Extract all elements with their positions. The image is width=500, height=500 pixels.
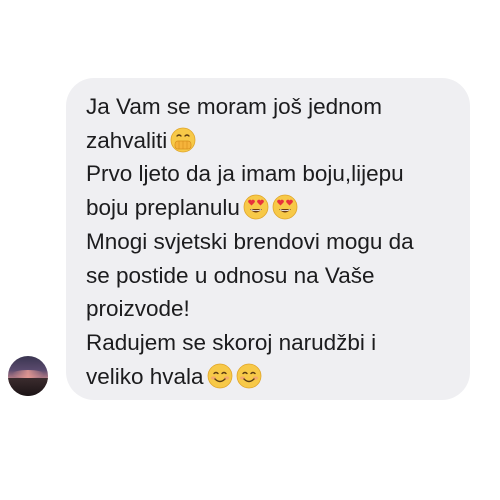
message-line: proizvode! — [86, 292, 450, 326]
message-text: se postide u odnosu na Vaše — [86, 262, 375, 288]
avatar-sunset-glow — [12, 370, 44, 378]
message-text: Ja Vam se moram još jednom — [86, 94, 382, 119]
message-line: Ja Vam se moram još jednom — [86, 90, 450, 124]
message-line: Mnogi svjetski brendovi mogu da — [86, 225, 450, 259]
face-with-hand-over-mouth-icon — [170, 127, 196, 153]
heart-eyes-icon — [272, 194, 298, 220]
message-line: zahvaliti — [86, 124, 450, 158]
message-text: Mnogi svjetski brendovi mogu da — [86, 228, 414, 254]
message-text: Prvo ljeto da ja imam boju,lijepu — [86, 161, 404, 187]
message-line: Prvo ljeto da ja imam boju,lijepu — [86, 157, 450, 191]
message-bubble[interactable]: Ja Vam se moram još jednom zahvaliti Prv… — [66, 78, 470, 400]
message-text: zahvaliti — [86, 127, 168, 153]
message-line: boju preplanulu — [86, 191, 450, 225]
avatar-horizon — [8, 378, 48, 396]
smiling-face-icon — [207, 363, 233, 389]
message-text: Radujem se skoroj narudžbi i — [86, 329, 377, 355]
message-text: veliko hvala — [86, 363, 204, 389]
message-text: boju preplanulu — [86, 195, 240, 221]
message-line: veliko hvala — [86, 360, 450, 394]
smiling-face-icon — [236, 363, 262, 389]
heart-eyes-icon — [243, 194, 269, 220]
message-line: Radujem se skoroj narudžbi i — [86, 326, 450, 360]
message-line: se postide u odnosu na Vaše — [86, 259, 450, 293]
avatar[interactable] — [8, 356, 48, 396]
chat-screen: Ja Vam se moram još jednom zahvaliti Prv… — [0, 0, 500, 500]
message-text: proizvode! — [86, 296, 190, 322]
incoming-message-row: Ja Vam se moram još jednom zahvaliti Prv… — [0, 0, 500, 500]
